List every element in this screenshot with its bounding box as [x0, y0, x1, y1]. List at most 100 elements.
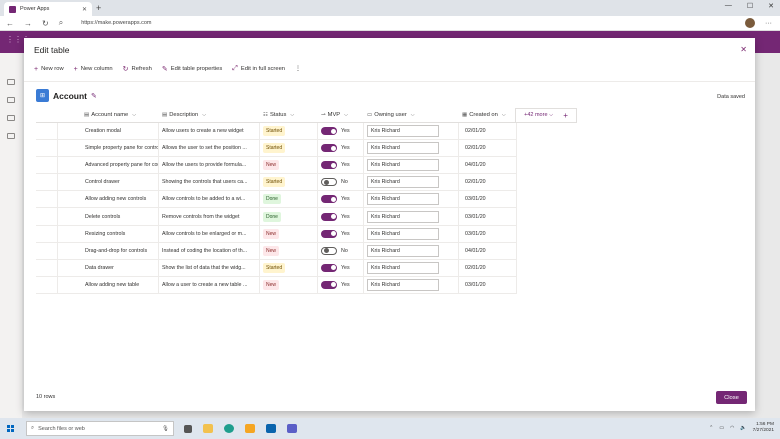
back-icon[interactable]: ←	[6, 19, 14, 28]
cell-description[interactable]: Allows the user to set the position ...	[159, 140, 260, 158]
new-tab-icon[interactable]: +	[96, 3, 101, 13]
owner-lookup[interactable]: Kris Richard	[367, 125, 439, 138]
volume-icon[interactable]: 🔈	[740, 425, 746, 431]
cell-created-on[interactable]: 03/01/20	[459, 276, 517, 294]
cell-status[interactable]: New	[260, 242, 318, 260]
cell-owning-user[interactable]: Kris Richard	[364, 276, 459, 294]
cell-status[interactable]: New	[260, 225, 318, 243]
table-row[interactable]: Creation modal Allow users to create a ne…	[36, 123, 517, 141]
rail-home-icon[interactable]	[7, 97, 15, 103]
mvp-toggle[interactable]	[321, 263, 337, 272]
row-select-cell[interactable]	[36, 157, 58, 175]
cell-account-name[interactable]: Resizing controls	[58, 225, 159, 243]
profile-avatar[interactable]	[745, 18, 755, 28]
cell-created-on[interactable]: 02/01/20	[459, 123, 517, 141]
mvp-toggle[interactable]	[321, 144, 337, 153]
cell-account-name[interactable]: Drag-and-drop for controls	[58, 242, 159, 260]
cell-created-on[interactable]: 02/01/20	[459, 174, 517, 192]
cell-status[interactable]: New	[260, 157, 318, 175]
mvp-toggle[interactable]	[321, 212, 337, 221]
new-row-button[interactable]: + New row	[34, 66, 64, 73]
row-select-cell[interactable]	[36, 123, 58, 141]
cell-description[interactable]: Remove controls from the widget	[159, 208, 260, 226]
table-row[interactable]: Delete controls Remove controls from the …	[36, 208, 517, 226]
cell-created-on[interactable]: 03/01/20	[459, 208, 517, 226]
cell-mvp[interactable]: Yes	[318, 225, 364, 243]
network-icon[interactable]: ◠	[730, 425, 734, 431]
cell-status[interactable]: New	[260, 276, 318, 294]
mvp-toggle[interactable]	[321, 195, 337, 204]
chevron-up-icon[interactable]: ⌃	[709, 425, 713, 431]
refresh-browser-icon[interactable]: ↻	[42, 19, 49, 28]
owner-lookup[interactable]: Kris Richard	[367, 210, 439, 223]
taskbar-search[interactable]: ⌕ Search files or web 🎙	[26, 421, 174, 436]
minimize-icon[interactable]: —	[725, 2, 732, 10]
cell-mvp[interactable]: No	[318, 242, 364, 260]
forward-icon[interactable]: →	[24, 19, 32, 28]
cell-created-on[interactable]: 03/01/20	[459, 225, 517, 243]
owner-lookup[interactable]: Kris Richard	[367, 227, 439, 240]
row-select-cell[interactable]	[36, 208, 58, 226]
column-header-status[interactable]: ☷ Status ⌵	[260, 108, 318, 123]
table-row[interactable]: Advanced property pane for contr...Allow…	[36, 157, 517, 175]
cell-account-name[interactable]: Advanced property pane for contr...	[58, 157, 159, 175]
cell-mvp[interactable]: Yes	[318, 208, 364, 226]
row-select-cell[interactable]	[36, 225, 58, 243]
cell-owning-user[interactable]: Kris Richard	[364, 140, 459, 158]
table-row[interactable]: Control drawer Showing the controls that …	[36, 174, 517, 192]
row-select-cell[interactable]	[36, 242, 58, 260]
table-row[interactable]: Data drawer Show the list of data that th…	[36, 259, 517, 277]
cell-status[interactable]: Started	[260, 174, 318, 192]
cell-description[interactable]: Allow the users to provide formula...	[159, 157, 260, 175]
more-menu-icon[interactable]: ···	[765, 20, 772, 27]
cell-owning-user[interactable]: Kris Richard	[364, 123, 459, 141]
rail-learn-icon[interactable]	[7, 115, 15, 121]
rail-menu-icon[interactable]	[7, 79, 15, 85]
cell-created-on[interactable]: 04/01/20	[459, 157, 517, 175]
cell-created-on[interactable]: 04/01/20	[459, 242, 517, 260]
cell-mvp[interactable]: Yes	[318, 259, 364, 277]
owner-lookup[interactable]: Kris Richard	[367, 244, 439, 257]
edit-full-screen-button[interactable]: ⤢ Edit in full screen	[232, 65, 285, 73]
column-header-created-on[interactable]: ▦ Created on ⌵	[459, 108, 517, 123]
windows-start-icon[interactable]	[7, 425, 14, 432]
table-row[interactable]: Resizing controls Allow controls to be en…	[36, 225, 517, 243]
row-select-cell[interactable]	[36, 276, 58, 294]
refresh-button[interactable]: ↻ Refresh	[123, 65, 152, 73]
column-header-owning-user[interactable]: ▭ Owning user ⌵	[364, 108, 459, 123]
cell-owning-user[interactable]: Kris Richard	[364, 242, 459, 260]
cell-account-name[interactable]: Delete controls	[58, 208, 159, 226]
file-explorer-icon[interactable]	[203, 424, 213, 433]
edit-table-properties-button[interactable]: ✎ Edit table properties	[162, 65, 222, 73]
owner-lookup[interactable]: Kris Richard	[367, 176, 439, 189]
more-columns-button[interactable]: +42 more ⌵	[524, 112, 553, 119]
cell-created-on[interactable]: 02/01/20	[459, 140, 517, 158]
outlook-icon[interactable]	[266, 424, 276, 433]
cell-mvp[interactable]: Yes	[318, 276, 364, 294]
cell-account-name[interactable]: Control drawer	[58, 174, 159, 192]
mvp-toggle[interactable]	[321, 246, 337, 255]
owner-lookup[interactable]: Kris Richard	[367, 193, 439, 206]
rename-pencil-icon[interactable]: ✎	[91, 92, 97, 100]
clock[interactable]: 1:56 PM 7/27/2021	[753, 422, 774, 434]
cell-status[interactable]: Done	[260, 191, 318, 209]
url-field[interactable]: https://make.powerapps.com	[81, 20, 151, 26]
close-button[interactable]: Close	[716, 391, 747, 404]
owner-lookup[interactable]: Kris Richard	[367, 159, 439, 172]
column-header-mvp[interactable]: ⊸ MVP ⌵	[318, 108, 364, 123]
mvp-toggle[interactable]	[321, 178, 337, 187]
cell-description[interactable]: Showing the controls that users ca...	[159, 174, 260, 192]
cell-description[interactable]: Allow controls to be added to a wi...	[159, 191, 260, 209]
table-row[interactable]: Allow adding new controls Allow controls …	[36, 191, 517, 209]
cell-owning-user[interactable]: Kris Richard	[364, 157, 459, 175]
cell-created-on[interactable]: 02/01/20	[459, 259, 517, 277]
cell-description[interactable]: Show the list of data that the widg...	[159, 259, 260, 277]
cell-account-name[interactable]: Data drawer	[58, 259, 159, 277]
cell-status[interactable]: Started	[260, 259, 318, 277]
add-column-icon[interactable]: +	[563, 111, 568, 120]
new-column-button[interactable]: + New column	[74, 66, 113, 73]
cell-account-name[interactable]: Simple property pane for controls	[58, 140, 159, 158]
mvp-toggle[interactable]	[321, 229, 337, 238]
cell-account-name[interactable]: Allow adding new controls	[58, 191, 159, 209]
cell-mvp[interactable]: No	[318, 174, 364, 192]
